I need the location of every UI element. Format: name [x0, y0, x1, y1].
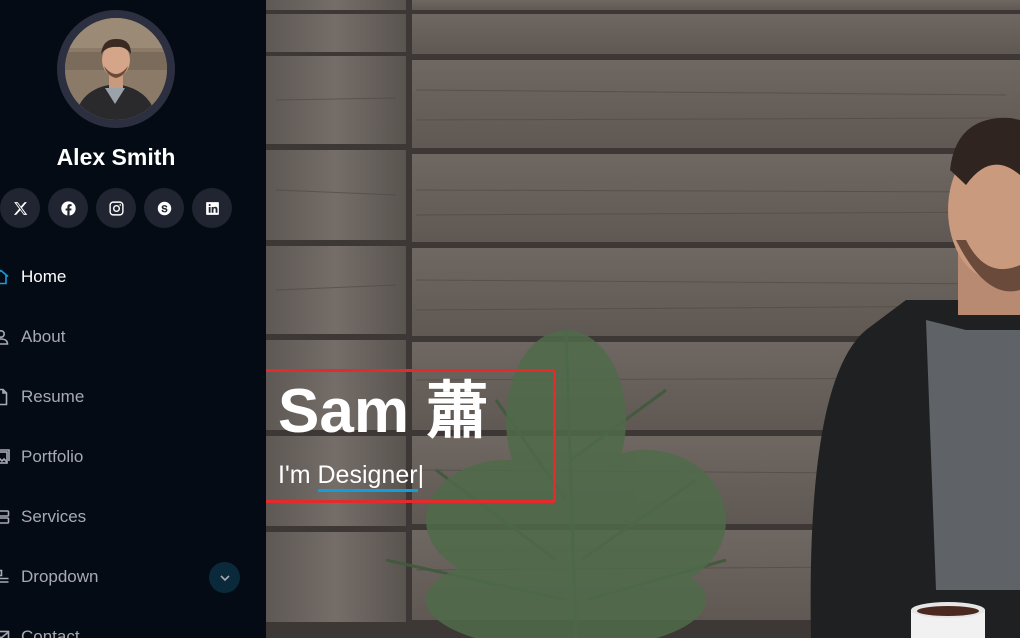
hero-background-photo: [266, 0, 1020, 638]
typed-role: Designer: [317, 461, 418, 492]
linkedin-link[interactable]: [192, 188, 232, 228]
file-icon: [0, 388, 10, 406]
person-icon: [0, 328, 10, 346]
nav-item-resume[interactable]: Resume: [0, 367, 266, 427]
hero-subtitle: I'm Designer|: [278, 461, 425, 492]
typed-cursor: |: [417, 461, 425, 489]
dropdown-toggle[interactable]: [209, 562, 240, 593]
nav-item-about[interactable]: About: [0, 307, 266, 367]
x-twitter-icon: [13, 201, 27, 215]
sidebar: Alex Smith Home About Resume Portfolio S…: [0, 0, 266, 638]
profile-name: Alex Smith: [56, 144, 176, 170]
hero-section: Sam 蕭 I'm Designer|: [266, 0, 1020, 638]
hdd-stack-icon: [0, 508, 10, 526]
twitter-link[interactable]: [0, 188, 40, 228]
nav-item-home[interactable]: Home: [0, 247, 266, 307]
nav-item-services[interactable]: Services: [0, 487, 266, 547]
avatar: [57, 10, 175, 128]
nav-item-portfolio[interactable]: Portfolio: [0, 427, 266, 487]
skype-link[interactable]: [144, 188, 184, 228]
nav-item-dropdown[interactable]: Dropdown: [0, 547, 266, 607]
nav-label-about: About: [21, 327, 66, 346]
nav-label-home: Home: [21, 267, 67, 286]
menu-icon: [0, 568, 10, 586]
instagram-link[interactable]: [96, 188, 136, 228]
hero-title: Sam 蕭: [278, 377, 489, 446]
profile-photo: [65, 18, 167, 120]
facebook-icon: [60, 200, 76, 216]
main-nav: Home About Resume Portfolio Services Dro…: [0, 247, 266, 638]
social-links: [0, 188, 232, 228]
chevron-down-icon: [219, 574, 230, 581]
hero-subtitle-prefix: I'm: [278, 461, 318, 489]
skype-icon: [157, 201, 171, 215]
envelope-icon: [0, 628, 10, 638]
nav-label-services: Services: [21, 507, 87, 526]
nav-label-contact: Contact: [21, 627, 80, 638]
facebook-link[interactable]: [48, 188, 88, 228]
instagram-icon: [108, 200, 124, 216]
house-icon: [0, 268, 10, 286]
nav-label-dropdown: Dropdown: [21, 567, 99, 586]
nav-label-resume: Resume: [21, 387, 85, 406]
nav-item-contact[interactable]: Contact: [0, 607, 266, 638]
linkedin-icon: [205, 201, 219, 215]
nav-label-portfolio: Portfolio: [21, 447, 84, 466]
images-icon: [0, 448, 10, 466]
